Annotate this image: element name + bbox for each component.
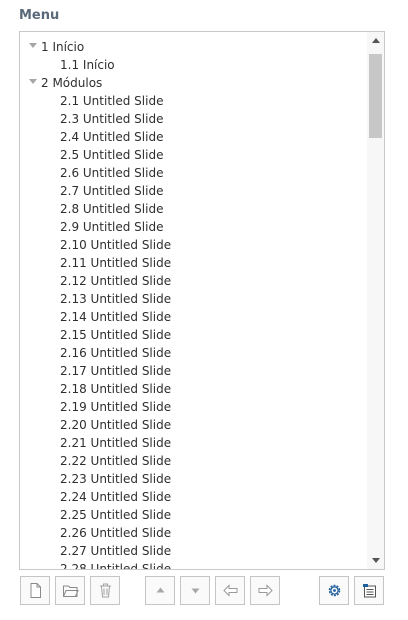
slide-label: 2.5 Untitled Slide xyxy=(60,148,164,162)
arrow-down-icon xyxy=(191,588,200,594)
arrow-up-icon xyxy=(156,587,165,593)
expand-arrow-icon[interactable] xyxy=(29,43,37,48)
tree-slide-item[interactable]: 2.5 Untitled Slide xyxy=(20,146,366,164)
scroll-down-arrow[interactable] xyxy=(367,552,384,569)
slide-label: 2.24 Untitled Slide xyxy=(60,490,172,504)
slide-label: 2.10 Untitled Slide xyxy=(60,238,172,252)
settings-button[interactable] xyxy=(319,576,349,605)
slide-label: 2.17 Untitled Slide xyxy=(60,364,172,378)
slide-label: 1.1 Início xyxy=(60,58,115,72)
tree-slide-item[interactable]: 2.11 Untitled Slide xyxy=(20,254,366,272)
slide-label: 2.23 Untitled Slide xyxy=(60,472,172,486)
slide-label: 2.6 Untitled Slide xyxy=(60,166,164,180)
tree-slide-item[interactable]: 2.23 Untitled Slide xyxy=(20,470,366,488)
tree-slide-item[interactable]: 2.8 Untitled Slide xyxy=(20,200,366,218)
arrow-right-icon xyxy=(258,584,273,597)
trash-icon xyxy=(100,583,111,598)
slide-label: 2.19 Untitled Slide xyxy=(60,400,172,414)
slide-label: 2.15 Untitled Slide xyxy=(60,328,172,342)
tree-slide-item[interactable]: 2.6 Untitled Slide xyxy=(20,164,366,182)
slide-label: 2.4 Untitled Slide xyxy=(60,130,164,144)
tree-slide-item[interactable]: 2.20 Untitled Slide xyxy=(20,416,366,434)
delete-button[interactable] xyxy=(90,576,120,605)
section-label: 1 Início xyxy=(41,40,85,54)
folder-icon xyxy=(63,585,79,597)
tree-slide-item[interactable]: 2.15 Untitled Slide xyxy=(20,326,366,344)
slide-label: 2.27 Untitled Slide xyxy=(60,544,172,558)
tree-slide-item[interactable]: 2.24 Untitled Slide xyxy=(20,488,366,506)
tree-slide-item[interactable]: 2.25 Untitled Slide xyxy=(20,506,366,524)
outdent-button[interactable] xyxy=(215,576,245,605)
slide-label: 2.21 Untitled Slide xyxy=(60,436,172,450)
slide-label: 2.11 Untitled Slide xyxy=(60,256,172,270)
tree-list: 1 Início 1.1 Início 2 Módulos 2.1 Untitled … xyxy=(20,38,366,570)
menu-tree[interactable]: 1 Início 1.1 Início 2 Módulos 2.1 Untitled … xyxy=(19,31,385,570)
indent-button[interactable] xyxy=(250,576,280,605)
slide-label: 2.13 Untitled Slide xyxy=(60,292,172,306)
tree-slide-item[interactable]: 2.9 Untitled Slide xyxy=(20,218,366,236)
open-folder-button[interactable] xyxy=(55,576,85,605)
tree-slide-item[interactable]: 2.28 Untitled Slide xyxy=(20,560,366,570)
arrow-left-icon xyxy=(223,584,238,597)
section-label: 2 Módulos xyxy=(41,76,103,90)
menu-title: Menu xyxy=(19,8,60,23)
scroll-thumb[interactable] xyxy=(369,54,382,138)
slide-label: 2.1 Untitled Slide xyxy=(60,94,164,108)
move-up-button[interactable] xyxy=(145,576,175,605)
tree-slide-item[interactable]: 2.1 Untitled Slide xyxy=(20,92,366,110)
tree-slide-item[interactable]: 2.26 Untitled Slide xyxy=(20,524,366,542)
tree-slide-item[interactable]: 2.27 Untitled Slide xyxy=(20,542,366,560)
slide-label: 2.3 Untitled Slide xyxy=(60,112,164,126)
slide-label: 2.14 Untitled Slide xyxy=(60,310,172,324)
tree-section[interactable]: 1 Início xyxy=(20,38,366,56)
slide-label: 2.25 Untitled Slide xyxy=(60,508,172,522)
tree-section[interactable]: 2 Módulos xyxy=(20,74,366,92)
move-down-button[interactable] xyxy=(180,576,210,605)
slide-label: 2.20 Untitled Slide xyxy=(60,418,172,432)
gear-icon xyxy=(328,584,341,597)
new-item-button[interactable] xyxy=(20,576,50,605)
properties-icon xyxy=(363,584,376,598)
tree-slide-item[interactable]: 2.21 Untitled Slide xyxy=(20,434,366,452)
tree-slide-item[interactable]: 2.22 Untitled Slide xyxy=(20,452,366,470)
tree-slide-item[interactable]: 2.12 Untitled Slide xyxy=(20,272,366,290)
slide-label: 2.18 Untitled Slide xyxy=(60,382,172,396)
tree-slide-item[interactable]: 2.4 Untitled Slide xyxy=(20,128,366,146)
slide-label: 2.9 Untitled Slide xyxy=(60,220,164,234)
tree-slide-item[interactable]: 2.14 Untitled Slide xyxy=(20,308,366,326)
new-page-icon xyxy=(30,583,41,598)
slide-label: 2.28 Untitled Slide xyxy=(60,562,172,570)
tree-slide-item[interactable]: 2.16 Untitled Slide xyxy=(20,344,366,362)
slide-label: 2.26 Untitled Slide xyxy=(60,526,172,540)
tree-slide-item[interactable]: 2.17 Untitled Slide xyxy=(20,362,366,380)
slide-label: 2.22 Untitled Slide xyxy=(60,454,172,468)
tree-slide-item[interactable]: 2.10 Untitled Slide xyxy=(20,236,366,254)
slide-label: 2.7 Untitled Slide xyxy=(60,184,164,198)
slide-label: 2.12 Untitled Slide xyxy=(60,274,172,288)
tree-slide-item[interactable]: 2.13 Untitled Slide xyxy=(20,290,366,308)
tree-slide-item[interactable]: 2.18 Untitled Slide xyxy=(20,380,366,398)
menu-toolbar xyxy=(0,576,408,608)
tree-slide-item[interactable]: 2.7 Untitled Slide xyxy=(20,182,366,200)
vertical-scrollbar[interactable] xyxy=(367,32,384,569)
tree-slide-item[interactable]: 2.3 Untitled Slide xyxy=(20,110,366,128)
properties-button[interactable] xyxy=(354,576,384,605)
expand-arrow-icon[interactable] xyxy=(29,79,37,84)
tree-slide-item[interactable]: 1.1 Início xyxy=(20,56,366,74)
slide-label: 2.16 Untitled Slide xyxy=(60,346,172,360)
slide-label: 2.8 Untitled Slide xyxy=(60,202,164,216)
scroll-up-arrow[interactable] xyxy=(367,32,384,49)
tree-slide-item[interactable]: 2.19 Untitled Slide xyxy=(20,398,366,416)
